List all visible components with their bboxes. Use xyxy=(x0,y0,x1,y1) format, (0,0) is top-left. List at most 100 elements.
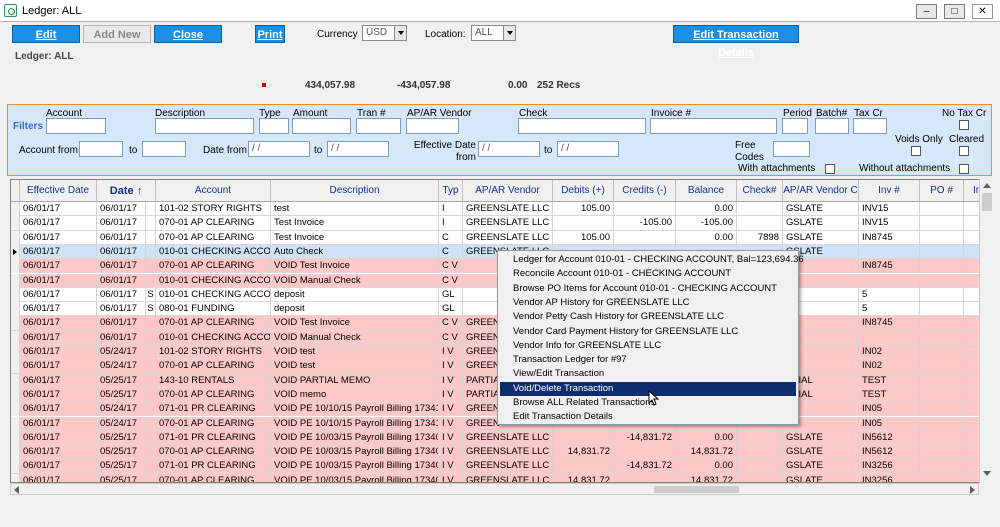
col-date[interactable]: Date ↑ xyxy=(97,180,156,202)
col-debits[interactable]: Debits (+) xyxy=(553,180,614,202)
account-to-input[interactable] xyxy=(142,141,186,157)
col-credits[interactable]: Credits (-) xyxy=(614,180,676,202)
scroll-up-icon[interactable] xyxy=(983,183,991,188)
horizontal-scroll-thumb[interactable] xyxy=(654,486,739,493)
scroll-left-icon[interactable] xyxy=(14,486,19,494)
cell-split-flag xyxy=(146,259,156,274)
row-indicator[interactable] xyxy=(11,287,20,302)
free-codes-input[interactable] xyxy=(773,141,810,157)
close-window-button[interactable]: ✕ xyxy=(972,4,993,19)
horizontal-scrollbar[interactable] xyxy=(10,483,979,495)
vertical-scrollbar[interactable] xyxy=(979,179,994,483)
row-indicator[interactable] xyxy=(11,216,20,231)
cell-typ: C V xyxy=(439,273,463,288)
col-check[interactable]: Check# xyxy=(737,180,783,202)
context-menu-item[interactable]: Transaction Ledger for #97 xyxy=(500,353,796,367)
row-indicator[interactable] xyxy=(11,202,20,216)
col-description[interactable]: Description xyxy=(271,180,439,202)
context-menu-item[interactable]: Ledger for Account 010-01 - CHECKING ACC… xyxy=(500,253,804,267)
cell-description: VOID test xyxy=(271,345,439,359)
print-button[interactable]: Print xyxy=(255,25,285,43)
cell-effective-date: 06/01/17 xyxy=(20,359,97,374)
voids-only-checkbox[interactable] xyxy=(911,146,921,156)
currency-select[interactable]: USD xyxy=(362,25,407,41)
row-indicator[interactable] xyxy=(11,259,20,274)
taxcr-filter-input[interactable] xyxy=(853,118,887,134)
edit-button[interactable]: Edit xyxy=(12,25,80,43)
with-attachments-checkbox[interactable] xyxy=(825,164,835,174)
row-indicator[interactable] xyxy=(11,273,20,288)
col-inv[interactable]: Inv # xyxy=(859,180,920,202)
col-vendor-code[interactable]: AP/AR Vendor C xyxy=(783,180,859,202)
col-balance[interactable]: Balance xyxy=(676,180,737,202)
cell-po xyxy=(920,416,964,431)
context-menu-item[interactable]: Vendor AP History for GREENSLATE LLC xyxy=(500,296,796,310)
row-indicator[interactable] xyxy=(11,430,20,445)
row-indicator[interactable] xyxy=(11,473,20,482)
period-filter-input[interactable] xyxy=(782,118,808,134)
context-menu-item[interactable]: Vendor Petty Cash History for GREENSLATE… xyxy=(500,310,796,324)
window-title: Ledger: ALL xyxy=(22,5,82,17)
row-indicator[interactable] xyxy=(11,459,20,474)
row-indicator[interactable] xyxy=(11,359,20,374)
table-row[interactable]: 06/01/17 06/01/17 070-01 AP CLEARING Test I… xyxy=(11,230,993,245)
table-row[interactable]: 06/01/17 06/01/17 070-01 AP CLEARING Test I… xyxy=(11,216,993,231)
table-row[interactable]: 06/01/17 06/01/17 101-02 STORY RIGHTS test I… xyxy=(11,202,993,217)
eff-date-from-input[interactable]: / / xyxy=(478,141,540,157)
cell-po xyxy=(920,430,964,445)
edit-transaction-details-button[interactable]: Edit Transaction Details xyxy=(673,25,799,59)
invoice-filter-input[interactable] xyxy=(650,118,777,134)
row-indicator[interactable] xyxy=(11,373,20,388)
cell-po xyxy=(920,287,964,302)
col-typ[interactable]: Typ xyxy=(439,180,463,202)
batch-filter-input[interactable] xyxy=(815,118,849,134)
col-account[interactable]: Account xyxy=(156,180,271,202)
col-effective-date[interactable]: Effective Date xyxy=(20,180,97,202)
context-menu-item[interactable]: Browse PO Items for Account 010-01 - CHE… xyxy=(500,282,796,296)
context-menu-item[interactable]: Vendor Card Payment History for GREENSLA… xyxy=(500,325,796,339)
date-to-input[interactable]: / / xyxy=(327,141,389,157)
scroll-right-icon[interactable] xyxy=(970,486,975,494)
context-menu-item[interactable]: View/Edit Transaction xyxy=(500,367,796,381)
vertical-scroll-thumb[interactable] xyxy=(982,193,992,211)
maximize-button[interactable]: □ xyxy=(944,4,965,19)
account-filter-input[interactable] xyxy=(46,118,106,134)
tran-filter-input[interactable] xyxy=(356,118,401,134)
col-po[interactable]: PO # xyxy=(920,180,964,202)
row-indicator[interactable] xyxy=(11,302,20,317)
table-row[interactable]: 06/01/17 05/25/17 071-01 PR CLEARING VOID P… xyxy=(11,430,993,446)
row-indicator[interactable] xyxy=(11,445,20,460)
location-select[interactable]: ALL xyxy=(471,25,516,41)
row-indicator[interactable] xyxy=(11,316,20,331)
type-filter-input[interactable] xyxy=(259,118,289,134)
description-filter-input[interactable] xyxy=(155,118,254,134)
row-indicator[interactable] xyxy=(11,230,20,245)
without-attachments-checkbox[interactable] xyxy=(959,164,969,174)
close-button[interactable]: Close xyxy=(154,25,222,43)
table-row[interactable]: 06/01/17 05/25/17 070-01 AP CLEARING VOID P… xyxy=(11,473,993,482)
row-indicator[interactable] xyxy=(11,416,20,431)
context-menu-item[interactable]: Reconcile Account 010-01 - CHECKING ACCO… xyxy=(500,267,796,281)
vendor-filter-input[interactable] xyxy=(406,118,459,134)
table-row[interactable]: 06/01/17 05/25/17 071-01 PR CLEARING VOID P… xyxy=(11,459,993,474)
notaxcr-checkbox[interactable] xyxy=(959,120,969,130)
row-indicator[interactable] xyxy=(11,345,20,359)
cleared-checkbox[interactable] xyxy=(959,146,969,156)
context-menu-item[interactable]: Edit Transaction Details xyxy=(500,410,796,424)
check-filter-input[interactable] xyxy=(518,118,646,134)
table-row[interactable]: 06/01/17 05/25/17 070-01 AP CLEARING VOID P… xyxy=(11,445,993,460)
row-indicator[interactable] xyxy=(11,387,20,402)
row-indicator[interactable] xyxy=(11,330,20,345)
grid-header: Effective Date Date ↑ Account Descriptio… xyxy=(11,180,993,202)
scroll-down-icon[interactable] xyxy=(983,471,991,476)
date-from-input[interactable]: / / xyxy=(248,141,310,157)
amount-filter-input[interactable] xyxy=(292,118,351,134)
row-indicator[interactable] xyxy=(11,244,20,259)
minimize-button[interactable]: – xyxy=(916,4,937,19)
add-new-button[interactable]: Add New xyxy=(83,25,151,43)
context-menu-item[interactable]: Vendor Info for GREENSLATE LLC xyxy=(500,339,796,353)
account-from-input[interactable] xyxy=(79,141,123,157)
row-indicator[interactable] xyxy=(11,402,20,417)
col-vendor[interactable]: AP/AR Vendor xyxy=(463,180,553,202)
eff-date-to-input[interactable]: / / xyxy=(557,141,619,157)
